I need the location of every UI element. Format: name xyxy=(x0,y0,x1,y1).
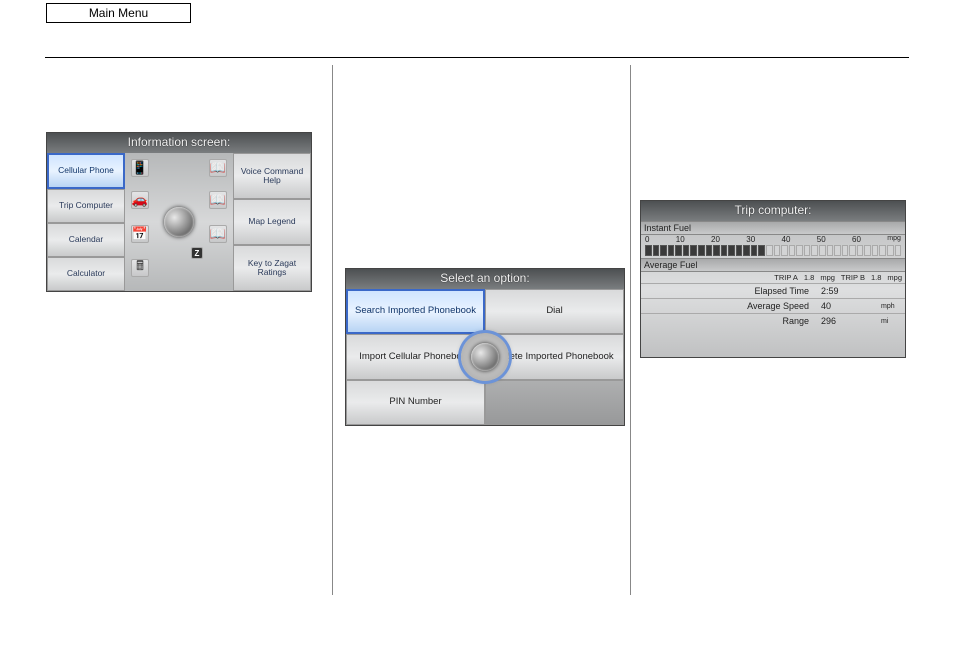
fuel-bar-segment xyxy=(879,245,886,256)
fuel-bar-segment xyxy=(811,245,818,256)
pin-number-button[interactable]: PIN Number xyxy=(346,380,485,425)
average-fuel-label: Average Fuel xyxy=(641,258,905,272)
calculator-button[interactable]: Calculator xyxy=(47,257,125,291)
row-value: 296 xyxy=(821,316,881,326)
fuel-bar-segment xyxy=(736,245,743,256)
fuel-bar-segment xyxy=(758,245,765,256)
book-icon: 📖 xyxy=(209,159,227,177)
row-label: Average Speed xyxy=(645,301,821,311)
fuel-bar-segment xyxy=(895,245,902,256)
row-value: 2:59 xyxy=(821,286,881,296)
empty-slot xyxy=(485,380,624,425)
trip-b-unit: mpg xyxy=(887,273,902,282)
joystick-ring xyxy=(461,333,509,381)
trip-a-value: 1.8 xyxy=(804,273,814,282)
fuel-bar-segment xyxy=(842,245,849,256)
scale-tick: 10 xyxy=(676,235,685,244)
fuel-bar-segment xyxy=(706,245,713,256)
fuel-bar-segment xyxy=(653,245,660,256)
average-fuel-row: TRIP A 1.8 mpg TRIP B 1.8 mpg xyxy=(641,272,905,283)
fuel-bar-segment xyxy=(789,245,796,256)
scale-tick: 50 xyxy=(817,235,826,244)
row-unit: mi xyxy=(881,316,901,326)
scale-tick: 60 xyxy=(852,235,861,244)
trip-computer-title: Trip computer: xyxy=(641,201,905,221)
scale-tick: 40 xyxy=(782,235,791,244)
joystick-knob[interactable] xyxy=(164,207,194,237)
trip-a-unit: mpg xyxy=(820,273,835,282)
row-value: 40 xyxy=(821,301,881,311)
fuel-bar-segment xyxy=(721,245,728,256)
scale-tick: 20 xyxy=(711,235,720,244)
fuel-bar-segment xyxy=(645,245,652,256)
scale-tick: 30 xyxy=(746,235,755,244)
fuel-bar-segment xyxy=(849,245,856,256)
column-divider-1 xyxy=(332,65,333,595)
dial-button[interactable]: Dial xyxy=(485,289,624,334)
fuel-bar-segment xyxy=(819,245,826,256)
row-label: Range xyxy=(645,316,821,326)
main-menu-button[interactable]: Main Menu xyxy=(46,3,191,23)
average-speed-row: Average Speed 40 mph xyxy=(641,298,905,313)
cellular-phone-button[interactable]: Cellular Phone xyxy=(47,153,125,189)
row-unit: mph xyxy=(881,301,901,311)
scale-unit: mpg xyxy=(887,235,901,244)
book-icon: 📖 xyxy=(209,191,227,209)
fuel-bar-segment xyxy=(743,245,750,256)
fuel-bar-segment xyxy=(857,245,864,256)
key-to-zagat-button[interactable]: Key to Zagat Ratings xyxy=(233,245,311,291)
map-legend-button[interactable]: Map Legend xyxy=(233,199,311,245)
fuel-bar-segment xyxy=(864,245,871,256)
fuel-bar-segment xyxy=(698,245,705,256)
trip-computer-button[interactable]: Trip Computer xyxy=(47,189,125,223)
column-divider-2 xyxy=(630,65,631,595)
voice-command-help-button[interactable]: Voice Command Help xyxy=(233,153,311,199)
trip-a-label: TRIP A xyxy=(774,273,798,282)
fuel-bar-segment xyxy=(728,245,735,256)
fuel-bar-segment xyxy=(675,245,682,256)
joystick-knob[interactable] xyxy=(471,343,499,371)
calculator-icon: 🖩 xyxy=(131,259,149,277)
fuel-bar-segment xyxy=(781,245,788,256)
fuel-bar-segment xyxy=(713,245,720,256)
zagat-icon: Z xyxy=(191,247,203,259)
search-imported-phonebook-button[interactable]: Search Imported Phonebook xyxy=(346,289,485,334)
fuel-bar-segment xyxy=(668,245,675,256)
information-screen-center: 📱 📖 🚗 📖 📅 📖 🖩 Z xyxy=(125,153,233,291)
fuel-bar-segment xyxy=(804,245,811,256)
divider-top xyxy=(45,57,909,58)
fuel-bar-segment xyxy=(766,245,773,256)
fuel-bar-segment xyxy=(690,245,697,256)
fuel-bar-segment xyxy=(827,245,834,256)
scale-tick: 0 xyxy=(645,235,649,244)
fuel-bar-segment xyxy=(774,245,781,256)
fuel-scale: 0 10 20 30 40 50 60 mpg xyxy=(641,235,905,244)
select-option-device: Select an option: Search Imported Phoneb… xyxy=(345,268,625,426)
fuel-bar-segment xyxy=(872,245,879,256)
elapsed-time-row: Elapsed Time 2:59 xyxy=(641,283,905,298)
trip-b-label: TRIP B xyxy=(841,273,865,282)
fuel-bar-segment xyxy=(796,245,803,256)
book-icon: 📖 xyxy=(209,225,227,243)
range-row: Range 296 mi xyxy=(641,313,905,328)
information-screen-device: Information screen: Cellular Phone Trip … xyxy=(46,132,312,292)
select-option-title: Select an option: xyxy=(346,269,624,289)
calendar-icon: 📅 xyxy=(131,225,149,243)
fuel-bar-segment xyxy=(683,245,690,256)
calendar-button[interactable]: Calendar xyxy=(47,223,125,257)
fuel-bar-segment xyxy=(887,245,894,256)
car-icon: 🚗 xyxy=(131,191,149,209)
fuel-bar-segment xyxy=(660,245,667,256)
row-unit xyxy=(881,286,901,296)
fuel-bar-gauge xyxy=(641,244,905,258)
trip-b-value: 1.8 xyxy=(871,273,881,282)
fuel-bar-segment xyxy=(834,245,841,256)
phone-icon: 📱 xyxy=(131,159,149,177)
fuel-bar-segment xyxy=(751,245,758,256)
information-screen-title: Information screen: xyxy=(47,133,311,153)
row-label: Elapsed Time xyxy=(645,286,821,296)
instant-fuel-label: Instant Fuel xyxy=(641,221,905,235)
trip-computer-device: Trip computer: Instant Fuel 0 10 20 30 4… xyxy=(640,200,906,358)
